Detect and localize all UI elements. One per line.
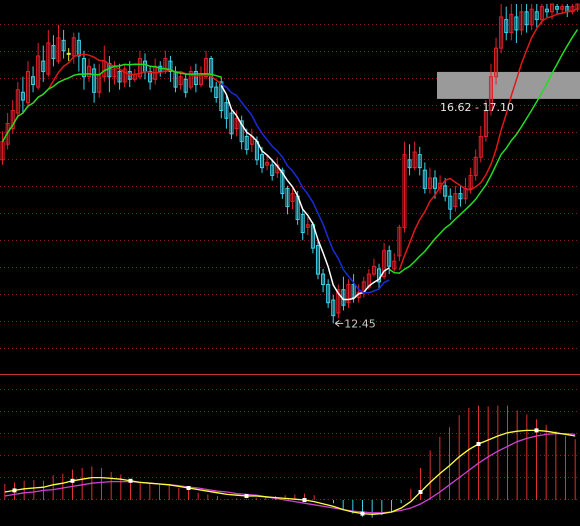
macd-marker: [70, 478, 75, 483]
candle: [336, 284, 341, 319]
price-zone-band: [437, 71, 580, 99]
macd-marker: [244, 494, 249, 498]
candle-body: [66, 52, 71, 55]
candle: [402, 141, 407, 233]
candle: [315, 240, 321, 280]
macd-marker: [128, 478, 133, 483]
macd-marker: [360, 511, 365, 516]
candle: [397, 224, 402, 262]
stock-chart: 16.62 - 17.10 12.45: [0, 0, 580, 526]
macd-marker: [302, 498, 307, 502]
macd-marker: [534, 428, 539, 433]
macd-marker: [12, 488, 17, 493]
macd-marker: [186, 486, 191, 490]
zone-label: 16.62 - 17.10: [440, 101, 514, 114]
macd-marker: [476, 442, 481, 446]
low-price-label: 12.45: [344, 317, 376, 330]
zone-band: [437, 71, 580, 99]
macd-marker: [418, 490, 423, 494]
